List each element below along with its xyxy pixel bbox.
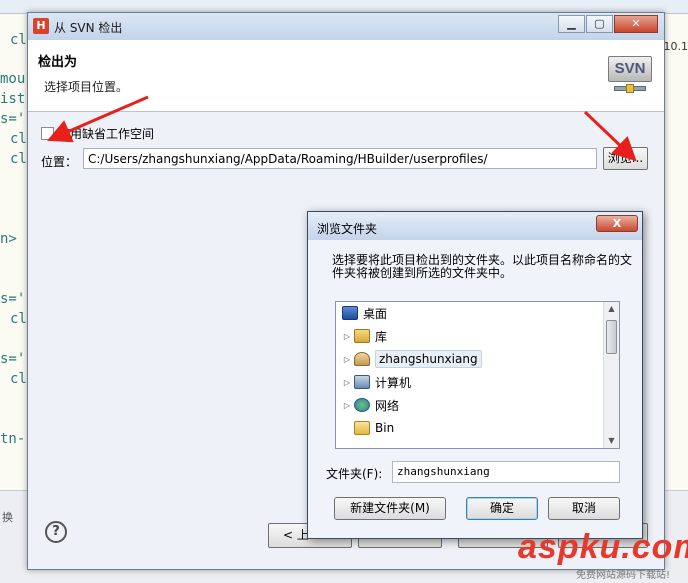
maximize-button[interactable]: ▢ [586,15,613,33]
desktop-icon [342,306,358,320]
close-button[interactable]: ✕ [614,15,658,33]
watermark-sub-text: 免费网站源码下载站! [576,570,671,581]
expand-arrow-icon[interactable]: ▷ [342,332,352,341]
scroll-thumb[interactable] [606,320,617,354]
folder-tree-scrollbar[interactable]: ▲ ▼ [603,302,619,448]
hbuilder-app-icon: H [33,18,49,34]
expand-arrow-icon[interactable]: ▷ [342,355,352,364]
header-description: 选择项目位置。 [44,80,129,94]
tree-item-network[interactable]: ▷ 网络 [342,394,399,416]
folder-field-input[interactable]: zhangshunxiang [392,461,620,483]
minimize-button[interactable]: ▁ [558,15,585,33]
use-default-workspace-row[interactable]: 使用缺省工作空间 [41,125,154,142]
location-label: 位置： [41,155,78,169]
folder-tree[interactable]: 桌面 ▷ 库 ▷ zhangshunxiang ▷ 计算机 ▷ 网络 Bin ▲ [335,301,620,449]
expand-arrow-icon[interactable]: ▷ [342,378,352,387]
code-line: s=' [0,111,26,127]
browse-folder-dialog: 浏览文件夹 X 选择要将此项目检出到的文件夹。以此项目名称命名的文件夹将被创建到… [307,211,643,539]
tree-item-label: Bin [375,421,395,435]
network-icon [354,398,370,412]
site-watermark-logo: aspku.com 免费网站源码下载站! [518,528,688,581]
help-button[interactable]: ? [45,521,67,543]
tree-item-label: 库 [375,329,388,344]
browse-folder-titlebar[interactable]: 浏览文件夹 X [308,212,642,240]
maximize-icon: ▢ [594,17,605,30]
code-line: cl [10,32,27,48]
code-line: s=' [0,351,26,367]
tree-item-bin[interactable]: Bin [354,417,394,439]
tree-item-label: 计算机 [375,375,412,390]
browse-folder-description: 选择要将此项目检出到的文件夹。以此项目名称命名的文件夹将被创建到所选的文件夹中。 [332,253,633,280]
browse-folder-close-button[interactable]: X [596,215,638,232]
code-line: cl [10,371,27,387]
code-line: ist [0,91,26,107]
computer-icon [354,375,370,389]
code-line: s=' [0,291,26,307]
tree-item-label: zhangshunxiang [375,350,482,368]
dialog-titlebar[interactable]: H 从 SVN 检出 ▁ ▢ ✕ [28,13,664,40]
expand-arrow-icon[interactable]: ▷ [342,401,352,410]
browse-folder-title: 浏览文件夹 [317,222,378,236]
library-icon [354,329,370,343]
cancel-button[interactable]: 取消 [548,497,620,520]
user-folder-icon [354,352,370,366]
watermark-main-text: aspku.com [518,528,688,566]
close-icon: ✕ [631,17,641,30]
close-icon: X [612,217,622,230]
svn-logo-text: SVN [608,56,652,82]
svn-logo-icon: SVN [608,56,652,96]
new-folder-button[interactable]: 新建文件夹(M) [334,497,446,520]
header-title: 检出为 [38,55,78,70]
folder-field-label: 文件夹(F): [326,467,383,481]
code-line: cl [10,311,27,327]
dialog-title: 从 SVN 检出 [54,21,123,35]
tree-item-desktop[interactable]: 桌面 [342,302,387,324]
scroll-up-arrow-icon[interactable]: ▲ [604,302,619,316]
code-line: cl [10,131,27,147]
browse-button[interactable]: 浏览... [603,147,648,170]
code-line: n> [0,231,17,247]
code-line: tn- [0,431,26,447]
background-bottom-text: 换 [2,511,13,524]
minimize-icon: ▁ [567,17,576,30]
tree-item-library[interactable]: ▷ 库 [342,325,387,347]
location-input[interactable]: C:/Users/zhangshunxiang/AppData/Roaming/… [83,148,597,169]
ok-button[interactable]: 确定 [466,497,538,520]
scroll-down-arrow-icon[interactable]: ▼ [604,434,619,448]
window-controls: ▁ ▢ ✕ [557,15,658,33]
use-default-workspace-label: 使用缺省工作空间 [58,127,155,141]
folder-icon [354,421,370,435]
wizard-header: 检出为 选择项目位置。 SVN [28,40,664,112]
tree-item-label: 网络 [375,398,400,413]
tree-item-computer[interactable]: ▷ 计算机 [342,371,411,393]
code-line: cl [10,151,27,167]
use-default-workspace-checkbox[interactable] [41,127,54,140]
tree-item-user-folder[interactable]: ▷ zhangshunxiang [342,348,482,370]
tree-item-label: 桌面 [363,306,388,321]
code-line: mou [0,71,26,87]
svn-logo-knob [626,84,634,93]
